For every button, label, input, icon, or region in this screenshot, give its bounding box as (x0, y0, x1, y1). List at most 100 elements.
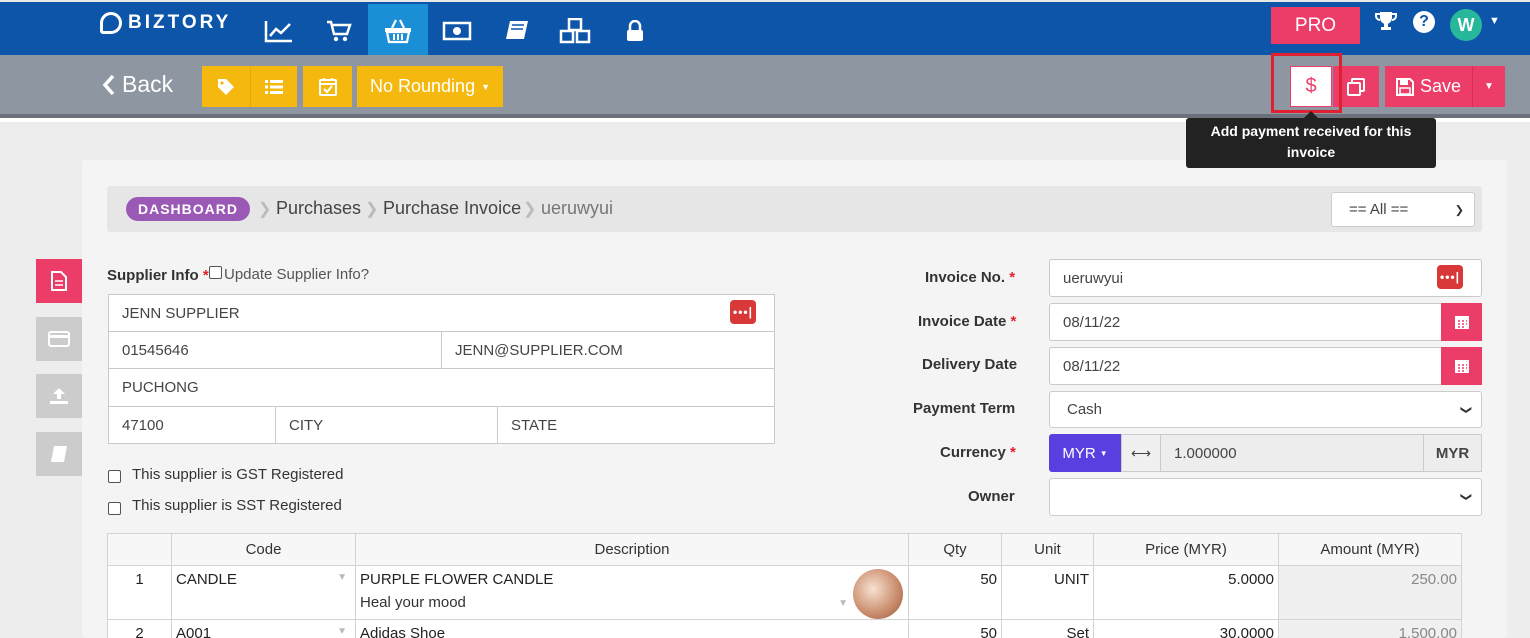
user-avatar[interactable]: W (1450, 9, 1482, 41)
tooltip-arrow (1304, 111, 1318, 118)
chevron-down-icon: ❯ (1454, 204, 1464, 216)
item-description-cell[interactable]: PURPLE FLOWER CANDLE Heal your mood ▼ (355, 565, 909, 620)
row-number: 1 (107, 565, 172, 620)
save-options-toggle[interactable]: ▼ (1472, 66, 1505, 107)
supplier-postcode-field[interactable]: 47100 (108, 406, 276, 444)
required-marker: * (1009, 269, 1016, 286)
schedule-button[interactable] (303, 66, 352, 107)
supplier-state-field[interactable]: STATE (497, 406, 775, 444)
caret-down-icon: ▼ (838, 598, 848, 609)
payment-term-value: Cash (1067, 401, 1103, 418)
item-qty[interactable]: 50 (908, 619, 1002, 638)
col-header-price: Price (MYR) (1093, 533, 1279, 566)
pro-button[interactable]: PRO (1271, 7, 1360, 44)
sst-label: This supplier is SST Registered (132, 497, 342, 514)
invoice-no-field[interactable]: ueruwyui (1049, 259, 1482, 297)
sst-checkbox[interactable] (108, 502, 121, 515)
nav-basket-icon[interactable] (368, 4, 428, 57)
item-amount: 250.00 (1278, 565, 1462, 620)
tag-icon (218, 78, 234, 95)
item-code: A001 (176, 625, 212, 638)
credit-card-icon (48, 331, 70, 347)
add-payment-tooltip: Add payment received for this invoice (1186, 118, 1436, 168)
item-price[interactable]: 5.0000 (1093, 565, 1279, 620)
nav-lock-icon[interactable] (606, 4, 664, 57)
required-marker: * (1010, 313, 1017, 330)
save-label: Save (1419, 76, 1462, 96)
row-number: 2 (107, 619, 172, 638)
col-header-unit: Unit (1001, 533, 1094, 566)
table-row[interactable]: 2 A001 ▼ Adidas Shoe 50 Set 30.0000 1,50… (107, 619, 1462, 638)
item-description-cell[interactable]: Adidas Shoe (355, 619, 909, 638)
supplier-state-placeholder: STATE (511, 416, 558, 434)
filter-select[interactable]: == All == ❯ (1331, 192, 1475, 227)
highlight-box (1271, 53, 1342, 113)
breadcrumb-current: ueruwyui (541, 198, 614, 218)
invoice-date-value: 08/11/22 (1063, 313, 1121, 331)
invoice-date-picker[interactable] (1441, 303, 1482, 341)
help-icon[interactable]: ? (1413, 11, 1435, 33)
supplier-address-field[interactable]: PUCHONG (108, 368, 775, 407)
update-supplier-checkbox[interactable] (209, 266, 222, 279)
owner-label: Owner (968, 488, 1015, 505)
required-marker: * (1010, 444, 1016, 461)
tab-payment[interactable] (36, 317, 82, 361)
nav-book-icon[interactable] (488, 4, 546, 57)
exchange-arrows-icon: ⟷ (1121, 434, 1161, 472)
breadcrumb-purchases[interactable]: Purchases (276, 198, 361, 219)
breadcrumb-purchase-invoice[interactable]: Purchase Invoice (383, 198, 521, 219)
payment-term-select[interactable]: Cash ❯ (1049, 391, 1482, 428)
avatar-caret-icon[interactable]: ▼ (1489, 15, 1500, 27)
rounding-label: No Rounding (370, 76, 476, 96)
col-header-qty: Qty (908, 533, 1002, 566)
document-icon (51, 271, 67, 291)
delivery-date-field[interactable]: 08/11/22 (1049, 347, 1442, 385)
back-button[interactable]: Back (102, 71, 173, 98)
invoice-no-value: ueruwyui (1063, 269, 1124, 287)
required-marker: * (202, 267, 209, 284)
owner-select[interactable]: ❯ (1049, 478, 1482, 516)
delivery-date-picker[interactable] (1441, 347, 1482, 385)
invoice-date-label: Invoice Date * (918, 313, 1016, 330)
delivery-date-value: 08/11/22 (1063, 357, 1121, 375)
item-unit[interactable]: Set (1001, 619, 1094, 638)
breadcrumb-dashboard[interactable]: DASHBOARD (126, 197, 250, 221)
nav-money-icon[interactable] (428, 4, 486, 57)
trophy-icon[interactable] (1374, 10, 1398, 37)
caret-down-icon: ▼ (337, 626, 347, 637)
nav-boxes-icon[interactable] (546, 4, 604, 57)
supplier-email-value: JENN@SUPPLIER.COM (455, 341, 623, 359)
tag-button[interactable] (202, 66, 250, 107)
tab-upload[interactable] (36, 374, 82, 418)
gst-checkbox[interactable] (108, 470, 121, 483)
item-code-cell[interactable]: A001 ▼ (171, 619, 356, 638)
brand-logo[interactable]: BIZTORY (100, 12, 231, 34)
caret-down-icon: ▼ (1099, 448, 1108, 458)
supplier-phone-field[interactable]: 01545646 (108, 331, 442, 369)
supplier-email-field[interactable]: JENN@SUPPLIER.COM (441, 331, 775, 369)
exchange-rate-field[interactable]: 1.000000 (1160, 434, 1424, 472)
item-price[interactable]: 30.0000 (1093, 619, 1279, 638)
supplier-city-field[interactable]: CITY (275, 406, 498, 444)
tab-notes[interactable] (36, 432, 82, 476)
invoice-date-field[interactable]: 08/11/22 (1049, 303, 1442, 341)
nav-chart-icon[interactable] (250, 4, 308, 57)
tab-invoice-details[interactable] (36, 259, 82, 303)
list-button[interactable] (250, 66, 297, 107)
item-qty[interactable]: 50 (908, 565, 1002, 620)
exchange-rate-value: 1.000000 (1174, 444, 1237, 462)
currency-dropdown[interactable]: MYR ▼ (1049, 434, 1121, 472)
nav-cart-icon[interactable] (310, 4, 368, 57)
rounding-dropdown[interactable]: No Rounding ▼ (357, 66, 503, 107)
save-button[interactable]: Save (1385, 66, 1472, 107)
invoice-no-options-button[interactable]: •••| (1437, 265, 1463, 289)
item-description: Adidas Shoe (360, 625, 446, 638)
calendar-check-icon (318, 77, 337, 96)
supplier-lookup-button[interactable]: •••| (730, 300, 756, 324)
back-label: Back (122, 71, 174, 97)
item-code-cell[interactable]: CANDLE ▼ (171, 565, 356, 620)
gst-label: This supplier is GST Registered (132, 466, 344, 483)
supplier-name-field[interactable]: JENN SUPPLIER (108, 294, 775, 332)
table-row[interactable]: 1 CANDLE ▼ PURPLE FLOWER CANDLE Heal you… (107, 565, 1462, 620)
item-unit[interactable]: UNIT (1001, 565, 1094, 620)
